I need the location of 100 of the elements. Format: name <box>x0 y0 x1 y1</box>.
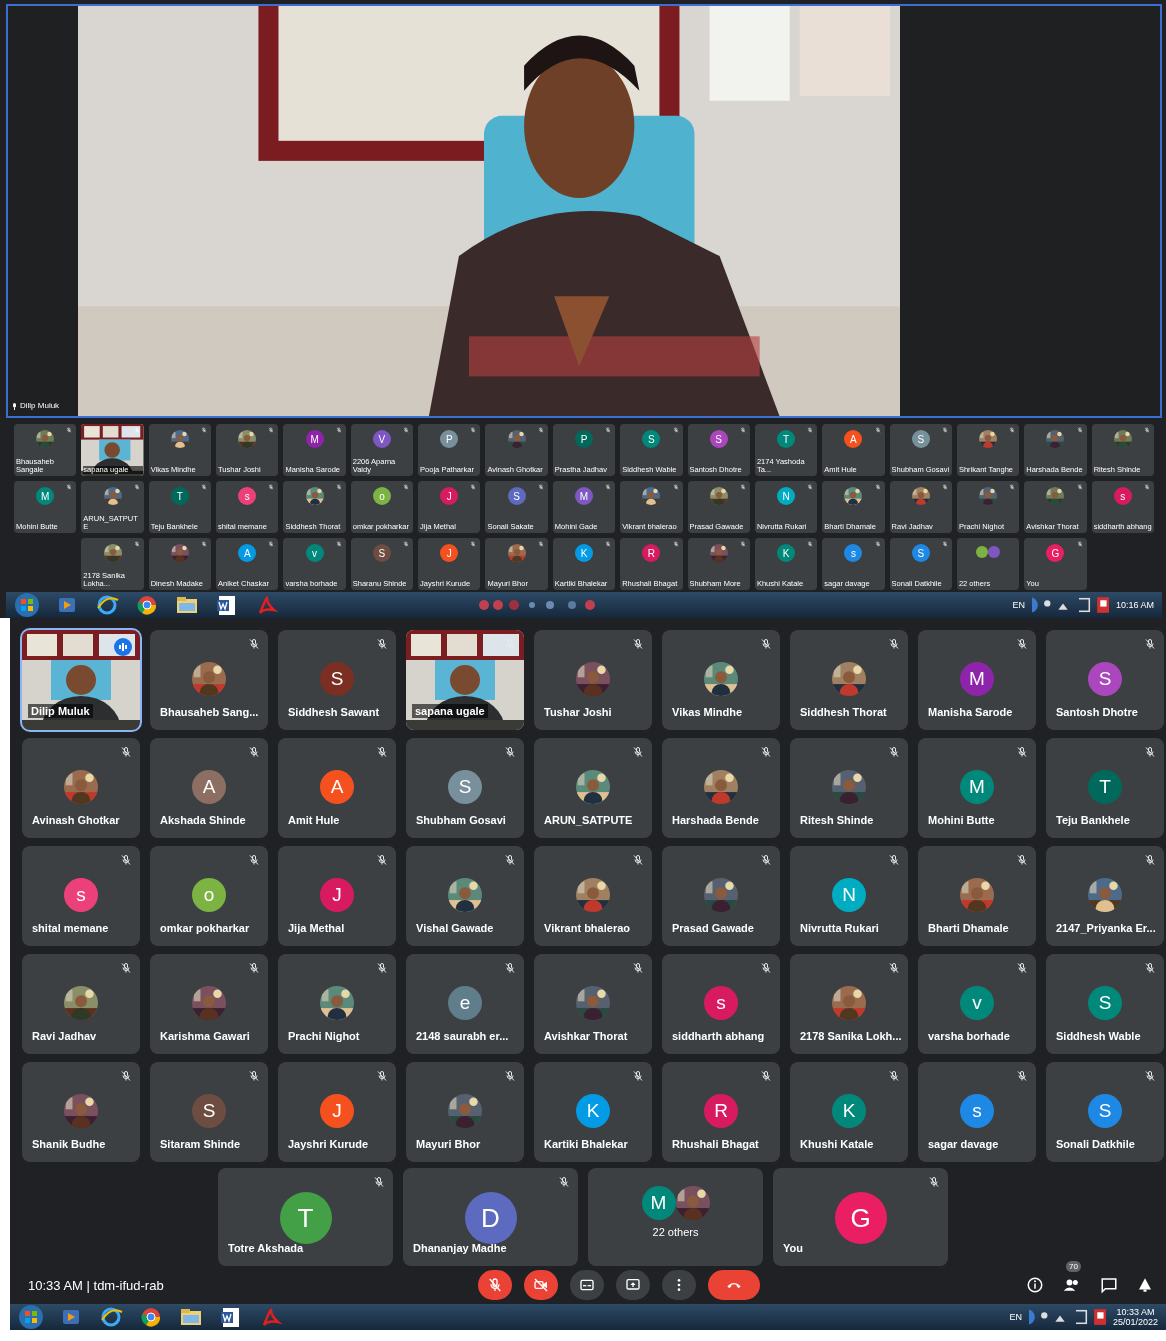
participant-name: Teju Bankhele <box>1056 814 1130 826</box>
participant-name: shital memane <box>32 922 109 934</box>
more-options-button[interactable] <box>662 1270 696 1300</box>
captions-button[interactable] <box>570 1270 604 1300</box>
avatar-initial: S <box>1088 986 1122 1020</box>
meeting-details: 10:33 AM | tdm-ifud-rab <box>28 1277 165 1293</box>
avatar-initial: K <box>832 1094 866 1128</box>
avatar-initial: A <box>238 544 257 562</box>
participant-name: Tushar Joshi <box>544 706 612 718</box>
participant-name: siddharth abhang <box>672 1030 765 1042</box>
participant-name: Sonali Datkhile <box>1056 1138 1135 1150</box>
avatar-initial: M <box>960 662 994 696</box>
avatar-initial: A <box>320 770 354 804</box>
language-indicator[interactable]: EN <box>1012 600 1025 610</box>
avatar-initial: R <box>642 544 661 562</box>
avatar-initial: e <box>448 986 482 1020</box>
participant-name: varsha borhade <box>928 1030 1010 1042</box>
avatar-initial: K <box>576 1094 610 1128</box>
language-indicator[interactable]: EN <box>1009 1312 1022 1322</box>
avatar-initial: P <box>440 430 459 448</box>
microphone-button[interactable] <box>478 1270 512 1300</box>
avatar-initial: s <box>844 544 863 562</box>
avatar-initial: s <box>64 878 98 912</box>
avatar-initial: A <box>844 430 863 448</box>
avatar-initial: M <box>305 430 324 448</box>
avatar-initial: s <box>704 986 738 1020</box>
avatar-initial: v <box>305 544 324 562</box>
folder-icon[interactable] <box>174 594 200 616</box>
avatar-initial: S <box>911 430 930 448</box>
avatar-initial: N <box>832 878 866 912</box>
avatar-initial: s <box>1113 487 1132 505</box>
present-screen-icon <box>625 1277 641 1293</box>
tray-icons-drawing[interactable] <box>1078 594 1109 616</box>
participant-name: Mohini Butte <box>928 814 995 826</box>
participant-name: 2178 Sanika Lokh... <box>800 1030 902 1042</box>
participant-name: Prachi Nighot <box>288 1030 360 1042</box>
participant-name: Santosh Dhotre <box>1056 706 1138 718</box>
browser-icon[interactable] <box>98 1306 124 1328</box>
participant-name: Vikrant bhalerao <box>544 922 630 934</box>
avatar-initial: o <box>372 487 391 505</box>
participant-name: Avishkar Thorat <box>544 1030 628 1042</box>
muted-mic-icon <box>487 1277 503 1293</box>
avatar-initial: S <box>709 430 728 448</box>
participant-name: Khushi Katale <box>800 1138 874 1150</box>
avatar-initial: s <box>238 487 257 505</box>
participant-name: Siddhesh Thorat <box>800 706 887 718</box>
avatar-initial: M <box>960 770 994 804</box>
avatar-initial: M <box>641 1186 676 1220</box>
chat-icon[interactable] <box>1100 1276 1118 1294</box>
avatar-initial: K <box>777 544 796 562</box>
folder-icon[interactable] <box>178 1306 204 1328</box>
avatar-initial: S <box>1088 662 1122 696</box>
present-button[interactable] <box>616 1270 650 1300</box>
participant-name: Amit Hule <box>288 814 340 826</box>
avatar-initial: S <box>911 544 930 562</box>
participant-name: Shanik Budhe <box>32 1138 106 1150</box>
avatar-initial: P <box>575 430 593 448</box>
avatar-initial: S <box>642 430 661 448</box>
clock-time[interactable]: 10:33 AM <box>1116 1307 1155 1317</box>
clock-time[interactable]: 10:16 AM <box>1115 600 1154 610</box>
end-call-button[interactable] <box>708 1270 760 1300</box>
start-button[interactable] <box>14 592 40 618</box>
browser-icon[interactable] <box>94 594 120 616</box>
participant-name: Sitaram Shinde <box>160 1138 241 1150</box>
clock-date[interactable]: 25/01/2022 <box>1112 1317 1158 1327</box>
captions-icon <box>579 1277 595 1293</box>
avatar-initial: K <box>575 544 593 562</box>
tray-icons-drawing[interactable] <box>1075 1306 1106 1328</box>
participant-name: Vikas Mindhe <box>672 706 743 718</box>
avatar-initial: S <box>320 662 354 696</box>
participant-name: Vishal Gawade <box>416 922 494 934</box>
avatar-initial: T <box>1088 770 1122 804</box>
participant-name: Siddhesh Wable <box>1056 1030 1141 1042</box>
participant-name: Avinash Ghotkar <box>32 814 120 826</box>
participant-name: Bharti Dhamale <box>928 922 1009 934</box>
avatar-initial: M <box>36 487 55 505</box>
avatar-initial: S <box>372 544 391 562</box>
avatar-initial: V <box>372 430 391 448</box>
avatar-initial: M <box>575 487 593 505</box>
participant-name: Karishma Gawari <box>160 1030 250 1042</box>
participant-name: You <box>783 1242 803 1254</box>
participant-name: Rhushali Bhagat <box>672 1138 759 1150</box>
start-button[interactable] <box>18 1304 44 1330</box>
participant-name: 2148 saurabh er... <box>416 1030 509 1042</box>
avatar-initial: D <box>464 1192 517 1244</box>
avatar-initial: T <box>777 430 796 448</box>
info-icon[interactable] <box>1026 1276 1044 1294</box>
camera-button[interactable] <box>524 1270 558 1300</box>
avatar-initial: T <box>279 1192 332 1244</box>
avatar-initial: R <box>704 1094 738 1128</box>
avatar-initial: A <box>192 770 226 804</box>
participant-name: Bhausaheb Sang... <box>160 706 259 718</box>
avatar-initial: J <box>440 544 459 562</box>
participant-name: Harshada Bende <box>672 814 759 826</box>
avatar-initial: J <box>320 1094 354 1128</box>
participant-name: Manisha Sarode <box>928 706 1013 718</box>
avatar-initial: J <box>440 487 459 505</box>
avatar-initial: S <box>448 770 482 804</box>
avatar-initial: s <box>960 1094 994 1128</box>
activities-icon[interactable] <box>1136 1276 1154 1294</box>
